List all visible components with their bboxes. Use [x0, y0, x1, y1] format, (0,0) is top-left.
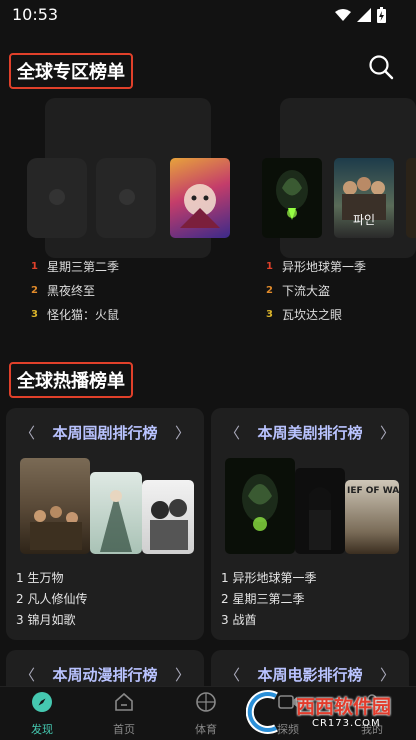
- poster-wednesday[interactable]: [295, 468, 345, 554]
- image-placeholder-icon: [49, 189, 65, 205]
- chart-card-anime[interactable]: 〈 本周动漫排行榜 〉: [6, 650, 204, 690]
- chart-header: 〈 本周电影排行榜 〉: [211, 664, 409, 688]
- chart-header: 〈 本周动漫排行榜 〉: [6, 664, 204, 688]
- rank-item[interactable]: 2 黑夜终至: [31, 278, 119, 302]
- poster-ensemble[interactable]: 파인: [334, 158, 394, 238]
- chart-list: 1 生万物 2 凡人修仙传 3 锦月如歌: [16, 568, 87, 631]
- image-placeholder-icon: [119, 189, 135, 205]
- poster-alien-earth[interactable]: [225, 458, 295, 554]
- chart-item[interactable]: 1 生万物: [16, 568, 87, 589]
- rank-item[interactable]: 1 异形地球第一季: [266, 254, 366, 278]
- rank-item[interactable]: 2 下流大盗: [266, 278, 366, 302]
- chart-list: 1 异形地球第一季 2 星期三第二季 3 战酋: [221, 568, 316, 631]
- next-arrow[interactable]: 〉: [175, 664, 190, 685]
- poster-caption: IEF OF WAR: [347, 486, 399, 496]
- battery-icon: [377, 7, 386, 23]
- nav-label: 发现: [31, 723, 53, 736]
- chart-card-domestic[interactable]: 〈 本周国剧排行榜 〉 1 生万物 2 凡人修仙传 3 锦月如歌: [6, 408, 204, 640]
- chart-item[interactable]: 3 锦月如歌: [16, 610, 87, 631]
- watermark-text: 西西软件园: [296, 696, 392, 718]
- nav-item-home[interactable]: 首页: [84, 687, 164, 740]
- chart-item[interactable]: 3 战酋: [221, 610, 316, 631]
- global-zone-title: 全球专区榜单: [9, 53, 133, 89]
- nav-item-discover[interactable]: 发现: [2, 687, 82, 740]
- home-icon: [115, 692, 133, 711]
- status-bar: 10:53: [0, 0, 416, 30]
- poster-alien-earth[interactable]: [262, 158, 322, 238]
- watermark-logo-icon: [246, 690, 278, 734]
- basketball-icon: [196, 692, 216, 712]
- chart-header: 〈 本周国剧排行榜 〉: [6, 422, 204, 446]
- poster-chief-of-war[interactable]: IEF OF WAR: [345, 480, 399, 554]
- status-time: 10:53: [12, 5, 59, 24]
- hot-zone-title: 全球热播榜单: [9, 362, 133, 398]
- next-arrow[interactable]: 〉: [380, 422, 395, 443]
- chart-item[interactable]: 1 异形地球第一季: [221, 568, 316, 589]
- watermark-subtext: CR173.COM: [312, 718, 381, 729]
- chart-header: 〈 本周美剧排行榜 〉: [211, 422, 409, 446]
- nav-label: 首页: [113, 723, 135, 736]
- poster-caption: 파인: [352, 213, 376, 227]
- chart-item[interactable]: 2 星期三第二季: [221, 589, 316, 610]
- chart-item[interactable]: 2 凡人修仙传: [16, 589, 87, 610]
- watermark: 西西软件园 CR173.COM: [246, 690, 406, 734]
- nav-item-sports[interactable]: 体育: [166, 687, 246, 740]
- signal-icon: [357, 8, 371, 22]
- wifi-icon: [335, 9, 351, 21]
- poster-sheng-wan-wu[interactable]: [20, 458, 90, 554]
- poster-monster-cat[interactable]: [170, 158, 230, 238]
- poster-jin-yue[interactable]: [142, 480, 194, 554]
- chart-card-movies[interactable]: 〈 本周电影排行榜 〉: [211, 650, 409, 690]
- next-arrow[interactable]: 〉: [175, 422, 190, 443]
- rank-item[interactable]: 3 瓦坎达之眼: [266, 302, 366, 326]
- poster-fan-ren[interactable]: [90, 472, 142, 554]
- search-icon[interactable]: [368, 54, 394, 80]
- rank-list: 1 异形地球第一季 2 下流大盗 3 瓦坎达之眼: [266, 254, 366, 326]
- nav-label: 体育: [195, 723, 217, 736]
- rank-item[interactable]: 1 星期三第二季: [31, 254, 119, 278]
- next-arrow[interactable]: 〉: [380, 664, 395, 685]
- compass-icon: [32, 692, 52, 712]
- status-icons: [335, 7, 386, 23]
- rank-list: 1 星期三第二季 2 黑夜终至 3 怪化猫：火鼠: [31, 254, 119, 326]
- poster-partial[interactable]: [406, 158, 416, 238]
- rank-item[interactable]: 3 怪化猫：火鼠: [31, 302, 119, 326]
- chart-card-us[interactable]: 〈 本周美剧排行榜 〉 IEF OF WAR 1 异形地球第一季 2 星期三第二…: [211, 408, 409, 640]
